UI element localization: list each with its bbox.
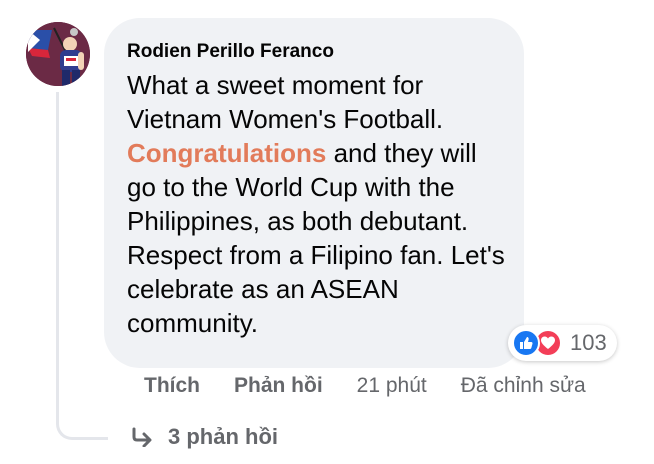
comment-actions: Thích Phản hồi 21 phút Đã chỉnh sửa — [144, 374, 586, 398]
like-button[interactable]: Thích — [144, 374, 200, 398]
comment-author[interactable]: Rodien Perillo Feranco — [127, 40, 502, 64]
comment-bubble: Rodien Perillo Feranco What a sweet mome… — [104, 18, 524, 368]
comment-text-end: and they will go to the World Cup with t… — [127, 138, 505, 338]
edited-label: Đã chỉnh sửa — [460, 374, 586, 397]
thread-connector-line — [56, 92, 108, 440]
replies-count-label: 3 phản hồi — [168, 424, 278, 449]
comment-thread: Rodien Perillo Feranco What a sweet mome… — [0, 0, 654, 464]
comment-text-start: What a sweet moment for Vietnam Women's … — [127, 70, 444, 134]
comment-highlight-word: Congratulations — [127, 138, 327, 168]
reaction-count: 103 — [570, 330, 607, 355]
reply-button[interactable]: Phản hồi — [234, 374, 323, 398]
like-icon — [512, 329, 540, 357]
view-replies-button[interactable]: 3 phản hồi — [130, 424, 278, 450]
reply-arrow-icon — [130, 427, 154, 447]
avatar-image — [26, 22, 90, 86]
comment-timestamp[interactable]: 21 phút — [357, 374, 427, 398]
reactions-summary[interactable]: 103 — [508, 325, 617, 361]
comment-text: What a sweet moment for Vietnam Women's … — [127, 68, 507, 340]
avatar[interactable] — [26, 22, 90, 86]
